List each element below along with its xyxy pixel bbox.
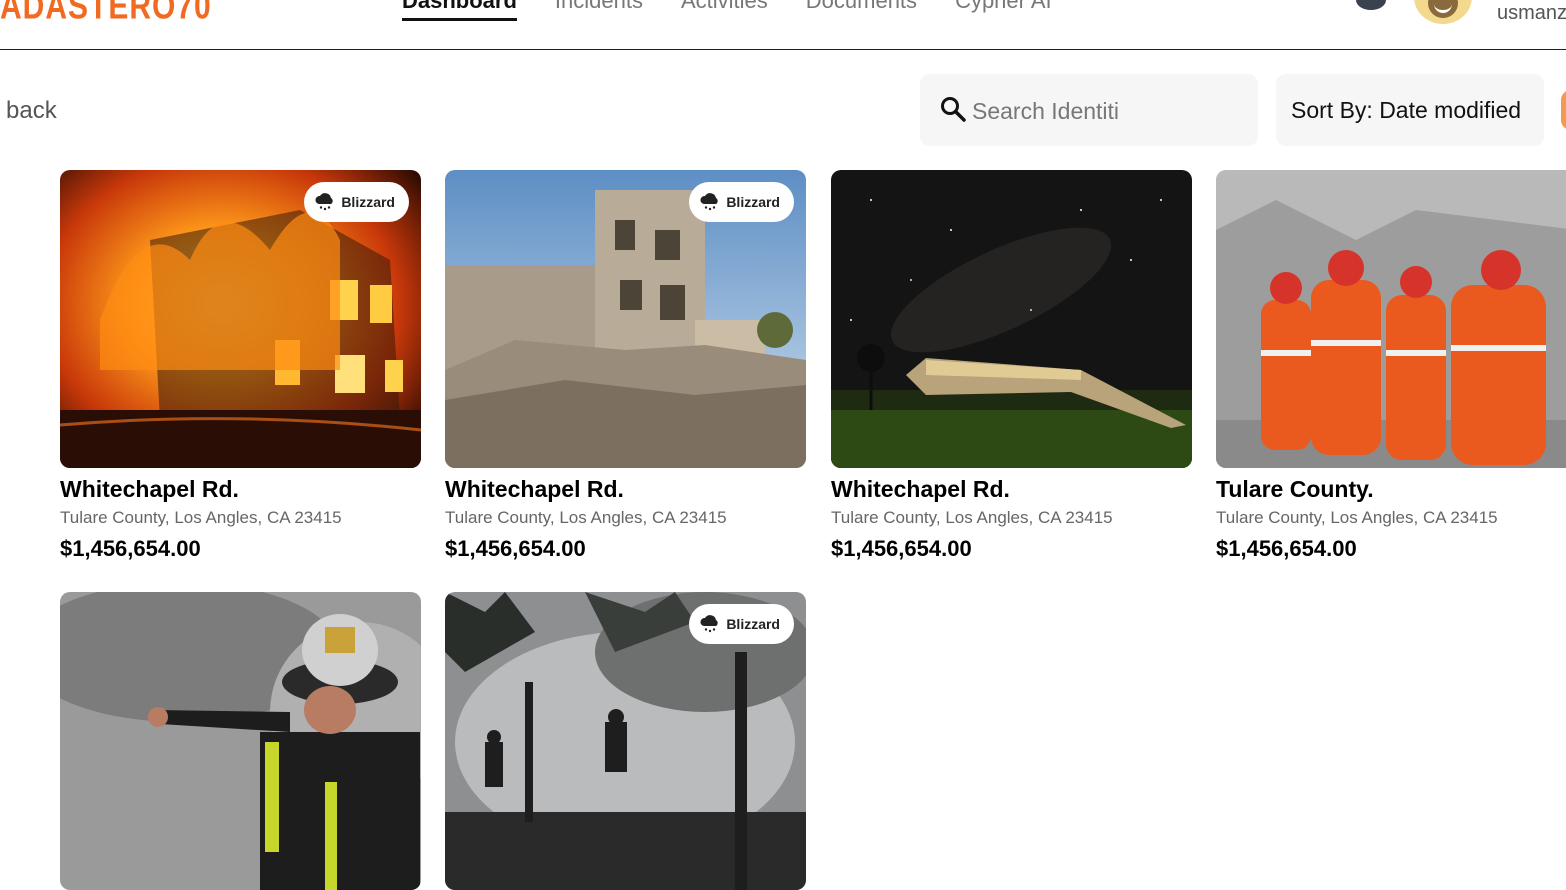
card-title[interactable]: Tulare County.	[1216, 476, 1566, 503]
incident-card[interactable]	[60, 592, 421, 890]
card-image-collapsed-building: Blizzard	[445, 170, 806, 468]
nav-dashboard[interactable]: Dashboard	[402, 0, 517, 21]
incident-card[interactable]: Blizzard	[445, 592, 806, 890]
back-button[interactable]: back	[6, 97, 57, 125]
card-address: Tulare County, Los Angles, CA 23415	[1216, 508, 1498, 527]
badge-label: Blizzard	[341, 194, 395, 210]
category-badge: Blizzard	[689, 182, 794, 222]
incident-card[interactable]: Tulare County. Tulare County, Los Angles…	[1216, 170, 1566, 562]
card-title[interactable]: Whitechapel Rd.	[445, 476, 806, 503]
top-navbar: ADASTERO70 Dashboard Incidents Activitie…	[0, 0, 1566, 50]
badge-label: Blizzard	[726, 194, 780, 210]
card-price: $1,456,654.00	[445, 536, 586, 561]
blizzard-icon	[315, 193, 334, 211]
card-price: $1,456,654.00	[831, 536, 972, 561]
card-image-rescue-team	[1216, 170, 1566, 468]
incident-card[interactable]: Whitechapel Rd. Tulare County, Los Angle…	[831, 170, 1192, 562]
avatar[interactable]	[1414, 0, 1472, 24]
card-image-burning-building: Blizzard	[60, 170, 421, 468]
add-button[interactable]	[1561, 90, 1566, 130]
nav-documents[interactable]: Documents	[806, 0, 917, 21]
category-badge: Blizzard	[689, 604, 794, 644]
incident-card[interactable]: Blizzard Whitechapel Rd. Tulare County, …	[445, 170, 806, 562]
card-price: $1,456,654.00	[60, 536, 201, 561]
card-title[interactable]: Whitechapel Rd.	[60, 476, 421, 503]
nav-cypher-ai[interactable]: Cypher AI	[955, 0, 1052, 21]
blizzard-icon	[700, 193, 719, 211]
card-address: Tulare County, Los Angles, CA 23415	[445, 508, 727, 527]
card-title[interactable]: Whitechapel Rd.	[831, 476, 1192, 503]
card-price: $1,456,654.00	[1216, 536, 1357, 561]
nav-incidents[interactable]: Incidents	[555, 0, 643, 21]
search-input[interactable]	[970, 92, 1244, 130]
badge-label: Blizzard	[726, 616, 780, 632]
notification-icon[interactable]	[1356, 0, 1386, 10]
incident-card[interactable]: Blizzard Whitechapel Rd. Tulare County, …	[60, 170, 421, 562]
card-address: Tulare County, Los Angles, CA 23415	[60, 508, 342, 527]
card-image-plane-wreck-night	[831, 170, 1192, 468]
nav-activities[interactable]: Activities	[681, 0, 768, 21]
main-nav: Dashboard Incidents Activities Documents…	[402, 0, 1052, 21]
card-address: Tulare County, Los Angles, CA 23415	[831, 508, 1113, 527]
category-badge: Blizzard	[304, 182, 409, 222]
search-icon	[941, 97, 966, 122]
card-image-firefighter	[60, 592, 421, 890]
search-box[interactable]	[920, 74, 1258, 146]
username[interactable]: usmanz	[1497, 2, 1566, 25]
blizzard-icon	[700, 615, 719, 633]
app-logo[interactable]: ADASTERO70	[0, 0, 212, 29]
card-image-smoke-ruins: Blizzard	[445, 592, 806, 890]
sort-dropdown[interactable]: Sort By: Date modified	[1276, 74, 1544, 146]
